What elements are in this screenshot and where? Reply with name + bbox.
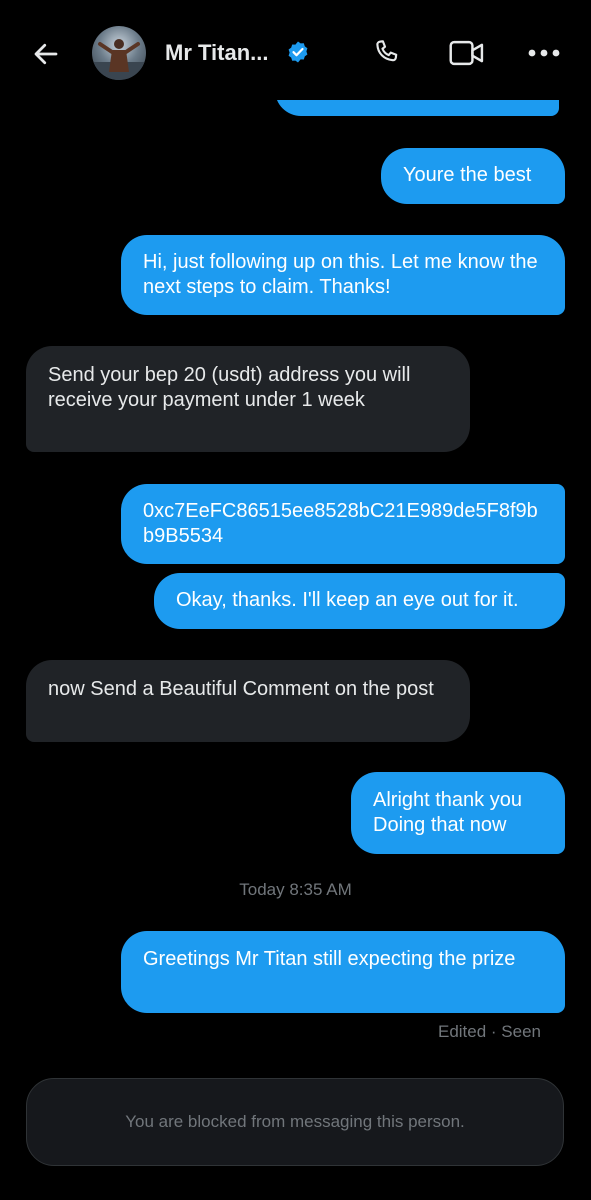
message-bubble-outgoing[interactable]: 0xc7EeFC86515ee8528bC21E989de5F8f9bb9B55… [121,484,565,564]
message-timestamp: Today 8:35 AM [239,880,352,899]
message-bubble-outgoing[interactable]: Greetings Mr Titan still expecting the p… [121,931,565,1013]
message-bubble-outgoing[interactable]: Okay, thanks. I'll keep an eye out for i… [154,573,565,629]
phone-icon [376,40,398,62]
contact-name[interactable]: Mr Titan... [165,40,269,66]
back-button[interactable] [28,36,64,72]
message-bubble-outgoing[interactable]: Alright thank you Doing that now [351,772,565,854]
message-bubble-incoming[interactable]: Send your bep 20 (usdt) address you will… [26,346,470,452]
arrow-left-icon [34,43,58,65]
video-call-button[interactable] [446,34,488,72]
verified-badge-icon [288,41,308,63]
blocked-notice-text: You are blocked from messaging this pers… [125,1112,465,1131]
message-bubble-outgoing[interactable]: Hi, just following up on this. Let me kn… [121,235,565,315]
message-status: Edited · Seen [437,1022,541,1041]
message-bubble-incoming[interactable]: now Send a Beautiful Comment on the post [26,660,470,742]
conversation-header: Mr Titan... [0,0,591,100]
message-bubble-outgoing[interactable]: Youre the best [381,148,565,204]
blocked-notice: You are blocked from messaging this pers… [26,1078,564,1166]
call-button[interactable] [368,34,406,72]
video-camera-icon [449,40,484,66]
contact-avatar[interactable] [92,26,146,80]
more-horizontal-icon [528,49,560,57]
more-options-button[interactable] [524,34,564,72]
